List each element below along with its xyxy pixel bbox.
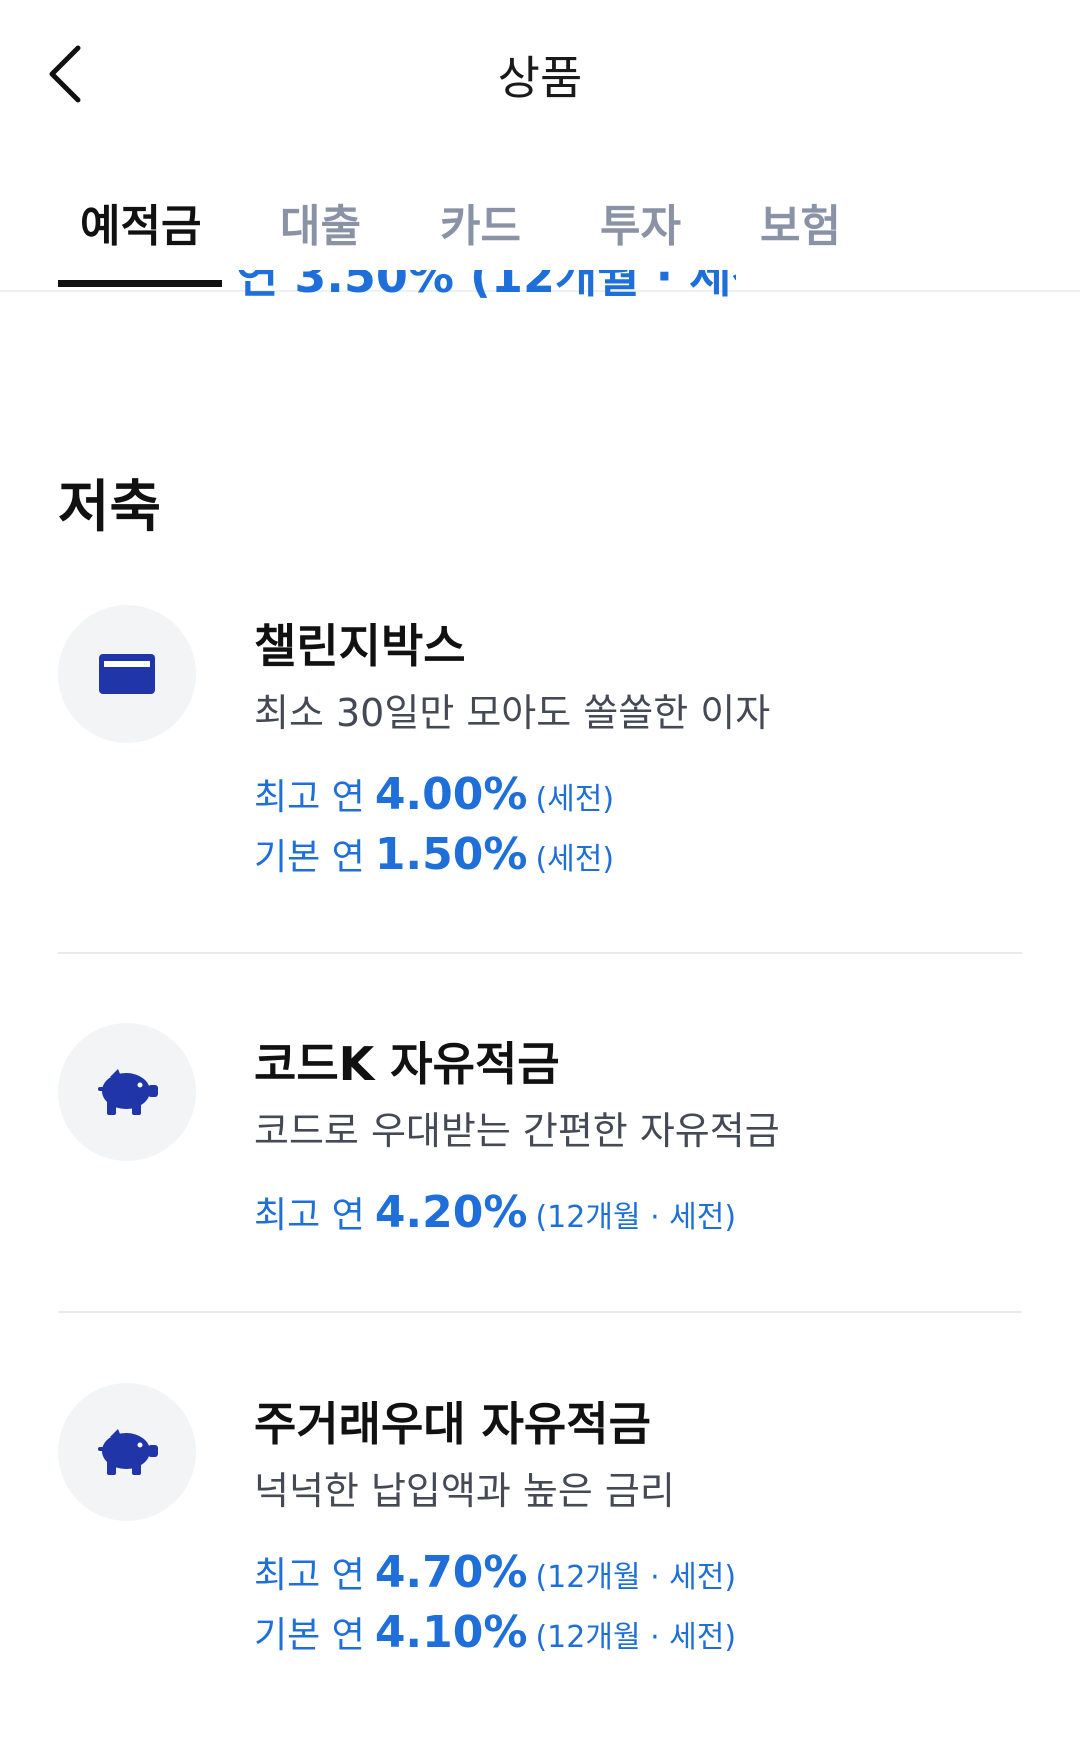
rate-line-max: 최고 연 4.00% (세전) [254,768,614,820]
page-title: 상품 [497,51,583,105]
tab-invest[interactable]: 투자 [600,190,681,254]
tab-deposit[interactable]: 예적금 [80,190,201,254]
rate-label: 최고 연 [254,1555,365,1596]
rate-value: 4.00% [374,769,528,820]
scrolled-rate-line: 연 3.50% (12개월 · 세전) [236,270,736,306]
product-item-code-k[interactable]: 코드K 자유적금 코드로 우대받는 간편한 자유적금 최고 연 4.20% (12개… [0,1018,1080,1268]
rate-note: (세전) [535,782,615,817]
product-description: 코드로 우대받는 간편한 자유적금 [254,1109,780,1153]
section-title: 저축 [58,475,162,540]
rate-note: (12개월 · 세전) [535,1200,737,1235]
rate-label: 기본 연 [254,837,365,878]
app-header: 상품 [0,0,1080,150]
product-description: 넉넉한 납입액과 높은 금리 [254,1469,675,1513]
card-icon [99,654,155,694]
rate-label: 최고 연 [254,1195,365,1236]
rate-value: 4.20% [374,1187,528,1238]
piggy-bank-icon [98,1429,158,1475]
divider [58,1311,1022,1313]
scrolled-rate-text: 연 3.50% (12개월 · 세전) [236,270,736,303]
piggy-bank-icon [98,1069,158,1115]
tab-card[interactable]: 카드 [440,190,521,254]
product-item-main-bank[interactable]: 주거래우대 자유적금 넉넉한 납입액과 높은 금리 최고 연 4.70% (12개월… [0,1378,1080,1708]
rate-line-base: 기본 연 4.10% (12개월 · 세전) [254,1606,736,1658]
product-description: 최소 30일만 모아도 쏠쏠한 이자 [254,691,771,735]
rate-line-max: 최고 연 4.70% (12개월 · 세전) [254,1546,736,1598]
rate-label: 기본 연 [254,1615,365,1656]
product-name: 코드K 자유적금 [254,1037,560,1091]
rate-note: (12개월 · 세전) [535,1560,737,1595]
rate-note: (12개월 · 세전) [535,1620,737,1655]
tab-loan[interactable]: 대출 [280,190,361,254]
rate-value: 4.70% [374,1547,528,1598]
rate-value: 1.50% [374,829,528,880]
tab-insurance[interactable]: 보험 [760,190,841,254]
product-name: 챌린지박스 [254,619,466,673]
rate-line-max: 최고 연 4.20% (12개월 · 세전) [254,1186,736,1238]
active-tab-indicator [58,280,222,287]
product-icon-container [58,605,196,743]
rate-line-base: 기본 연 1.50% (세전) [254,828,614,880]
product-name: 주거래우대 자유적금 [254,1397,651,1451]
rate-label: 최고 연 [254,777,365,818]
product-icon-container [58,1023,196,1161]
divider [58,952,1022,954]
rate-value: 4.10% [374,1607,528,1658]
product-icon-container [58,1383,196,1521]
product-item-challenge-box[interactable]: 챌린지박스 최소 30일만 모아도 쏠쏠한 이자 최고 연 4.00% (세전) 기… [0,600,1080,930]
rate-note: (세전) [535,842,615,877]
